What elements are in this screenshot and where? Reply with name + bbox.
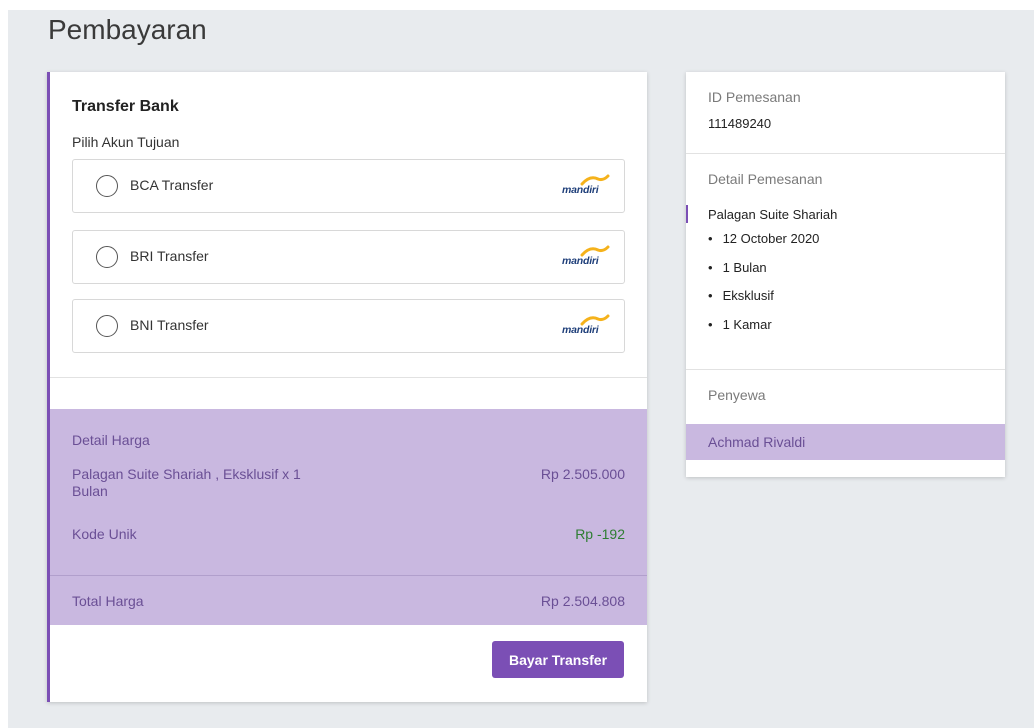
payment-method-title: Transfer Bank (72, 98, 179, 115)
order-detail-list: 12 October 2020 1 Bulan Eksklusif 1 Kama… (708, 230, 820, 345)
property-name: Palagan Suite Shariah (708, 207, 838, 222)
total-price-value: Rp 2.504.808 (540, 593, 625, 609)
bank-option-bca[interactable]: BCA Transfer mandiri (72, 159, 625, 213)
bank-option-label: BRI Transfer (130, 248, 209, 264)
page-title: Pembayaran (48, 14, 207, 45)
order-id-label: ID Pemesanan (708, 89, 801, 105)
total-price-label: Total Harga (72, 593, 144, 609)
bank-option-bni[interactable]: BNI Transfer mandiri (72, 299, 625, 353)
radio-button[interactable] (96, 315, 118, 337)
price-item-label: Palagan Suite Shariah , Eksklusif x 1 Bu… (72, 466, 301, 499)
price-divider (50, 575, 647, 576)
mandiri-logo-icon: mandiri (560, 314, 614, 338)
radio-button[interactable] (96, 246, 118, 268)
accent-bar (686, 205, 688, 223)
list-item: 12 October 2020 (708, 230, 820, 259)
account-select-label: Pilih Akun Tujuan (72, 134, 180, 150)
section-divider (50, 377, 647, 378)
bank-option-label: BNI Transfer (130, 317, 209, 333)
section-divider (686, 153, 1005, 154)
price-detail-heading: Detail Harga (72, 432, 150, 448)
list-item: 1 Bulan (708, 259, 819, 288)
price-item-value: Rp 2.505.000 (540, 466, 625, 482)
section-divider (686, 369, 1005, 370)
list-item: 1 Kamar (708, 316, 819, 345)
unique-code-label: Kode Unik (72, 526, 137, 542)
unique-code-value: Rp -192 (575, 526, 625, 542)
payment-card: Transfer Bank Pilih Akun Tujuan BCA Tran… (47, 72, 647, 702)
mandiri-logo-icon: mandiri (560, 174, 614, 198)
order-id-value: 111489240 (708, 116, 772, 131)
bank-option-label: BCA Transfer (130, 177, 214, 193)
bank-option-bri[interactable]: BRI Transfer mandiri (72, 230, 625, 284)
list-item: Eksklusif (708, 287, 819, 316)
price-detail-section: Detail Harga Palagan Suite Shariah , Eks… (50, 409, 647, 625)
order-info-card: ID Pemesanan 111489240 Detail Pemesanan … (686, 72, 1005, 477)
mandiri-logo-icon: mandiri (560, 245, 614, 269)
order-detail-label: Detail Pemesanan (708, 171, 823, 187)
tenant-label: Penyewa (708, 387, 766, 403)
pay-transfer-button[interactable]: Bayar Transfer (492, 641, 624, 678)
radio-button[interactable] (96, 175, 118, 197)
tenant-name: Achmad Rivaldi (708, 434, 806, 450)
tenant-bar: Achmad Rivaldi (686, 424, 1005, 460)
